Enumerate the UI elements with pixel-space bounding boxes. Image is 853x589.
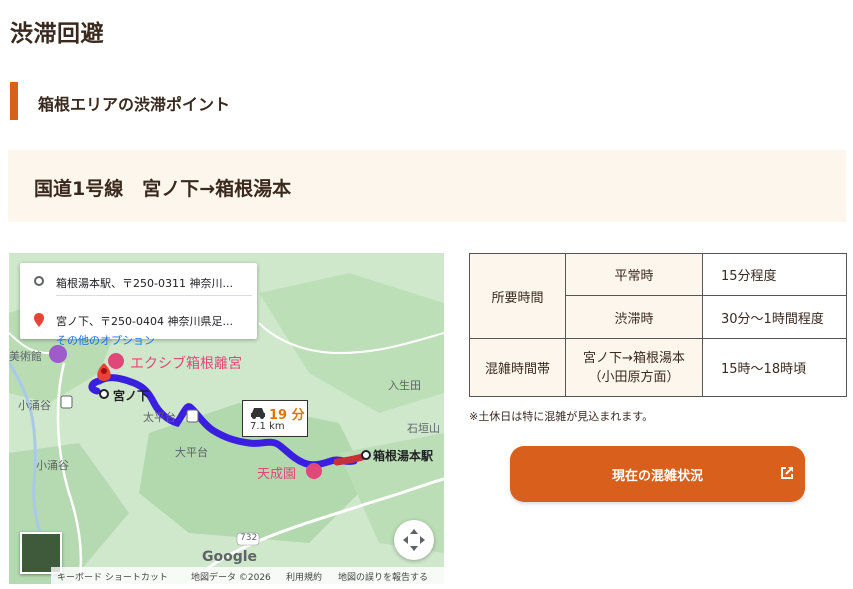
map-label-ishigakiyama: 石垣山 [407, 422, 440, 435]
current-traffic-button-label: 現在の混雑状況 [611, 469, 703, 484]
directions-panel: 箱根湯本駅、〒250-0311 神奈川... 宮ノ下、〒250-0404 神奈川… [20, 263, 257, 347]
map-label-taiheidai-station: 太平台 [143, 411, 176, 424]
map-label-museum: 美術館 [9, 350, 42, 363]
route-heading: 国道1号線 宮ノ下→箱根湯本 [34, 178, 292, 200]
page-title: 渋滞回避 [10, 21, 104, 47]
directions-divider [56, 295, 252, 296]
external-link-icon [781, 466, 794, 479]
terms-link[interactable]: 利用規約 [286, 570, 322, 583]
report-error-link[interactable]: 地図の誤りを報告する [338, 570, 428, 583]
peak-hours-value: 15時〜18時頃 [702, 338, 847, 397]
route-duration-box[interactable]: 19 分 7.1 km [242, 400, 308, 437]
map-label-miyanoshita: 宮ノ下 [113, 389, 150, 403]
origin-circle-icon [34, 276, 44, 286]
destination-pin-icon [34, 313, 44, 327]
directions-destination[interactable]: 宮ノ下、〒250-0404 神奈川県足... [20, 309, 257, 331]
map-label-route-732: 732 [240, 533, 258, 543]
congestion-table: 所要時間 平常時 15分程度 渋滞時 30分〜1時間程度 混雑時間帯 宮ノ下→箱… [469, 253, 847, 397]
heading-accent-bar [10, 82, 18, 120]
direction-cell: 宮ノ下→箱根湯本 （小田原方面） [565, 338, 703, 397]
map-label-taiheidai: 大平台 [175, 446, 208, 459]
map-label-exiv-hakone[interactable]: エクシブ箱根離宮 [130, 353, 242, 373]
section-heading: 箱根エリアの渋滞ポイント [10, 82, 410, 120]
map-label-kowakudani: 小涌谷 [18, 399, 51, 412]
google-logo: Google [202, 549, 258, 565]
move-arrows-icon [403, 529, 425, 551]
car-icon [251, 408, 265, 419]
current-traffic-button[interactable]: 現在の混雑状況 [510, 446, 805, 502]
normal-label: 平常時 [565, 253, 703, 296]
route-heading-box: 国道1号線 宮ノ下→箱根湯本 [8, 150, 846, 222]
map-data-text: 地図データ ©2026 [191, 573, 271, 583]
origin-text: 箱根湯本駅、〒250-0311 神奈川... [56, 277, 233, 290]
map-pan-button[interactable] [394, 520, 434, 560]
directions-origin[interactable]: 箱根湯本駅、〒250-0311 神奈川... [20, 271, 257, 293]
weekend-note: ※土休日は特に混雑が見込まれます。 [469, 410, 654, 423]
map-label-hakone-yumoto-station: 箱根湯本駅 [373, 449, 434, 463]
map-label-tenseien[interactable]: 天成園 [257, 463, 296, 482]
keyboard-shortcuts-link[interactable]: キーボード ショートカット [57, 570, 168, 583]
jam-label: 渋滞時 [565, 295, 703, 339]
map-label-ikuta: 入生田 [388, 379, 421, 392]
jam-value: 30分〜1時間程度 [702, 295, 847, 339]
map-label-kowakudani-2: 小涌谷 [36, 459, 69, 472]
normal-value: 15分程度 [702, 253, 847, 296]
more-options-link[interactable]: その他のオプション [56, 332, 155, 348]
row-label-peak-hours: 混雑時間帯 [469, 338, 566, 397]
map-footer: キーボード ショートカット 地図データ ©2026 利用規約 地図の誤りを報告す… [51, 567, 444, 584]
embedded-map[interactable]: 箱根湯本駅、〒250-0311 神奈川... 宮ノ下、〒250-0404 神奈川… [9, 253, 444, 584]
row-label-travel-time: 所要時間 [469, 253, 566, 339]
destination-text: 宮ノ下、〒250-0404 神奈川県足... [56, 315, 233, 328]
section-heading-text: 箱根エリアの渋滞ポイント [38, 95, 231, 114]
route-distance: 7.1 km [250, 421, 285, 432]
